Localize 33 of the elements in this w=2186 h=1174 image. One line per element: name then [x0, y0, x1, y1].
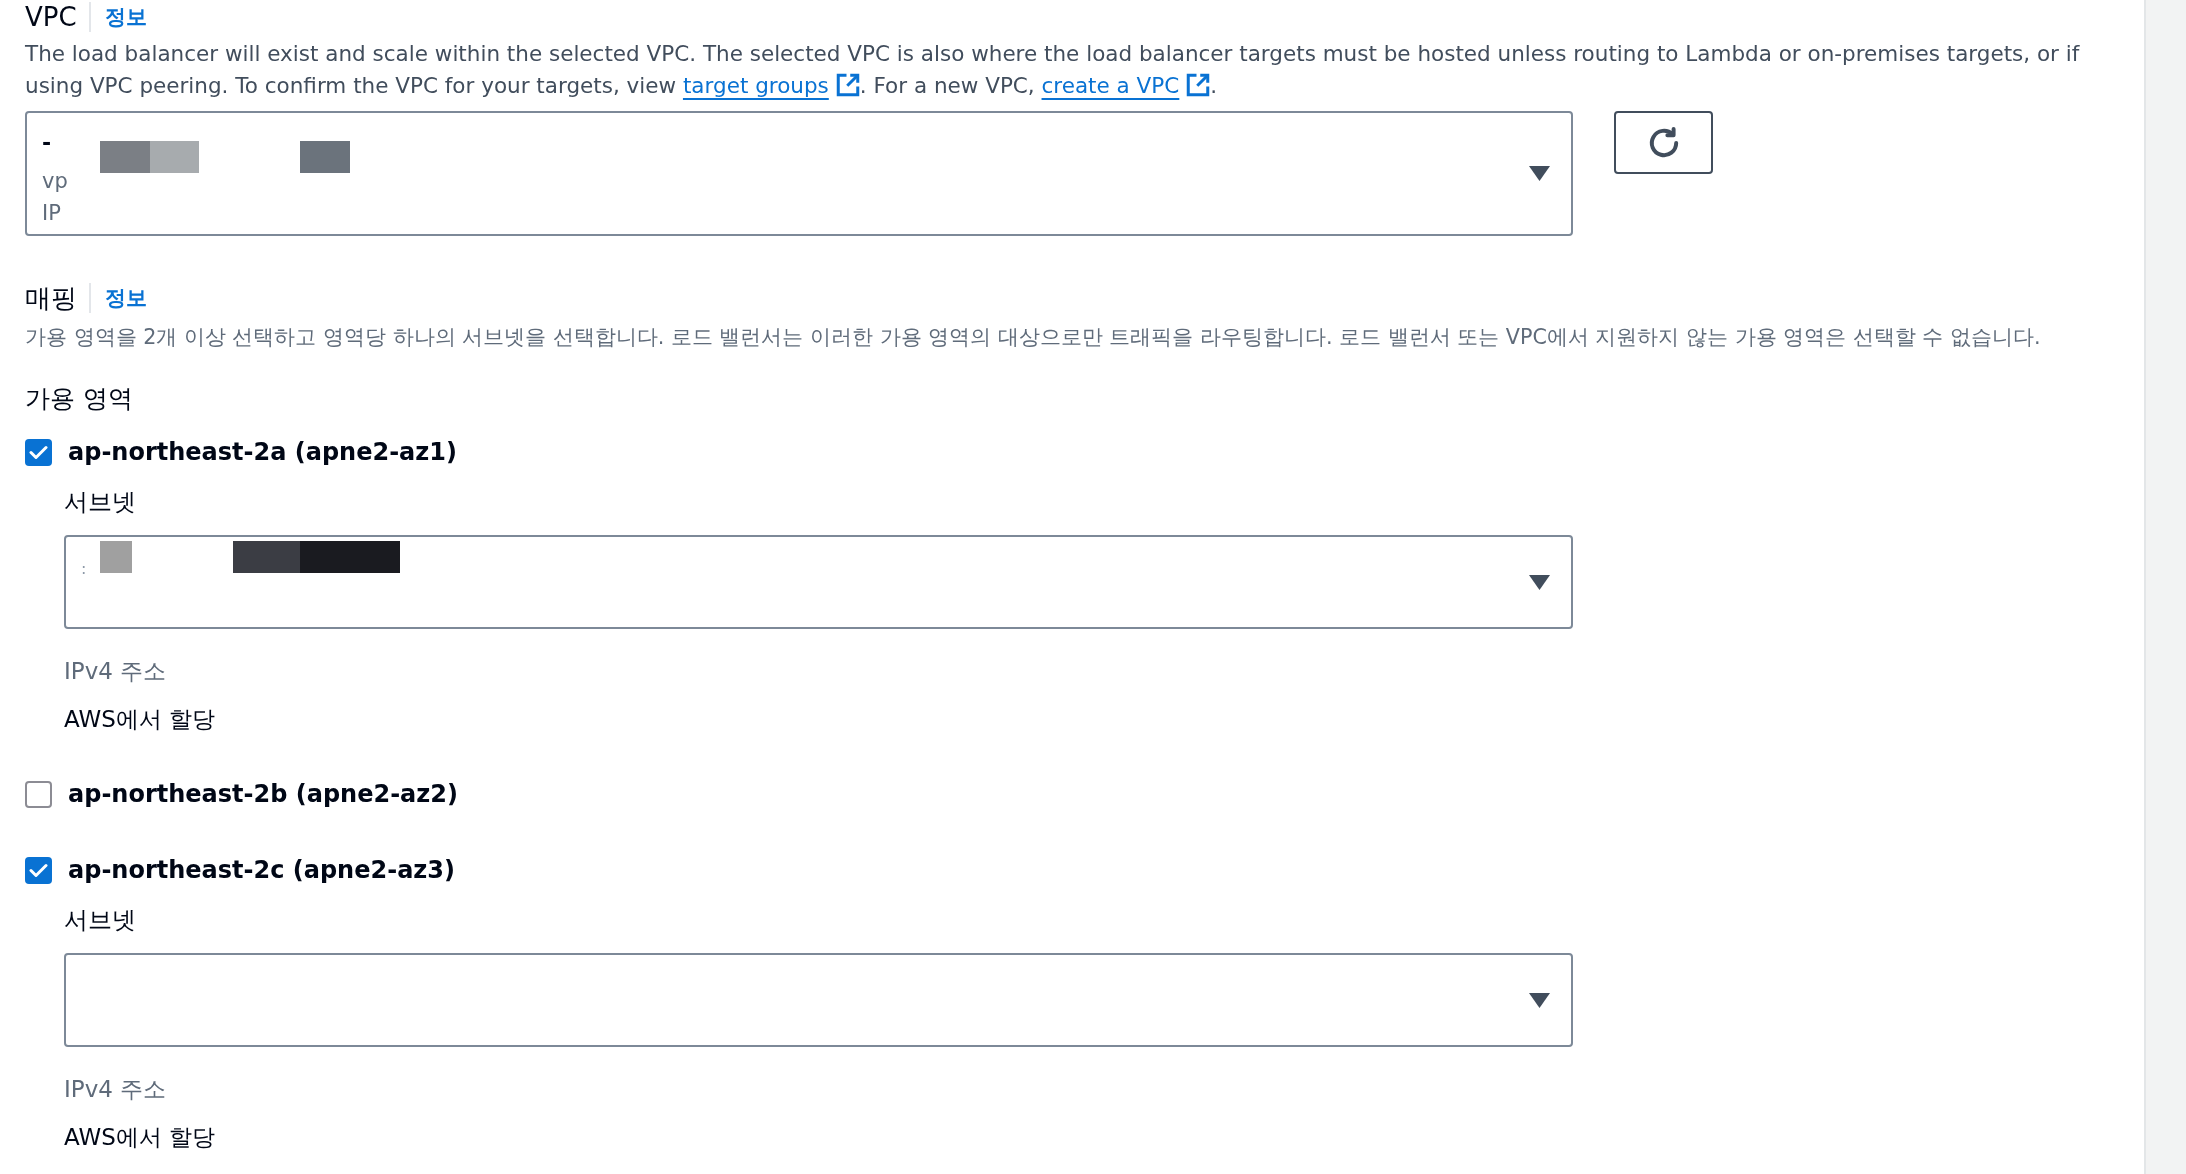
checkbox-label[interactable]: ap-northeast-2b (apne2-az2) — [68, 780, 458, 808]
help-text: 가용 영역을 2개 이상 선택하고 영역당 하나의 서브넷을 선택합니다. 로드 밸런서는 이러한 가용 영역의 대상으로만 트래픽을 라우팅합니다. 로드 밸런서 또는 VPC에서 지원하지 않는 가용 영역은 선택할 수 없습니다. — [25, 324, 2042, 351]
vpc-select[interactable]: - vp IP — [25, 111, 1573, 236]
field-label: 가용 영역 — [25, 383, 134, 415]
caret-icon — [1529, 574, 1550, 590]
field-value: AWS에서 할당 — [64, 1123, 217, 1152]
external-link-icon — [835, 73, 860, 97]
checkmark-icon — [29, 862, 48, 878]
checkbox[interactable] — [25, 780, 52, 808]
subnet-select[interactable] — [64, 953, 1573, 1047]
external-link-icon — [1186, 73, 1211, 97]
checkbox-label[interactable]: ap-northeast-2a (apne2-az1) — [68, 438, 457, 466]
field-label: IPv4 주소 — [64, 657, 168, 686]
refresh-button[interactable] — [1614, 111, 1713, 174]
section-title: 매핑 — [25, 282, 77, 315]
help-link[interactable]: target groups — [682, 73, 860, 98]
help-link[interactable]: create a VPC — [1041, 73, 1211, 98]
info-link[interactable]: 정보 — [104, 2, 147, 32]
section-title: VPC — [25, 1, 77, 34]
info-link[interactable]: 정보 — [105, 283, 147, 313]
caret-icon — [1529, 166, 1550, 181]
subnet-select[interactable]: : — [64, 535, 1573, 629]
checkbox-label[interactable]: ap-northeast-2c (apne2-az3) — [68, 856, 455, 884]
help-text: The load balancer will exist and scale within the selected VPC. The selected VPC is also where the load balancer targets must be hosted unless routing to Lambda or on-premises targets, or if using VPC peering. To confirm the VPC for your targets, view target groups . For a new VPC, create a VPC . — [25, 40, 2081, 100]
checkbox[interactable] — [25, 438, 52, 466]
field-label: IPv4 주소 — [64, 1075, 168, 1104]
field-label: 서브넷 — [64, 487, 137, 518]
field-label: 서브넷 — [64, 905, 137, 936]
refresh-icon — [1647, 126, 1680, 159]
caret-icon — [1529, 992, 1550, 1008]
checkmark-icon — [29, 444, 48, 460]
field-value: AWS에서 할당 — [64, 705, 217, 734]
checkbox[interactable] — [25, 856, 52, 884]
